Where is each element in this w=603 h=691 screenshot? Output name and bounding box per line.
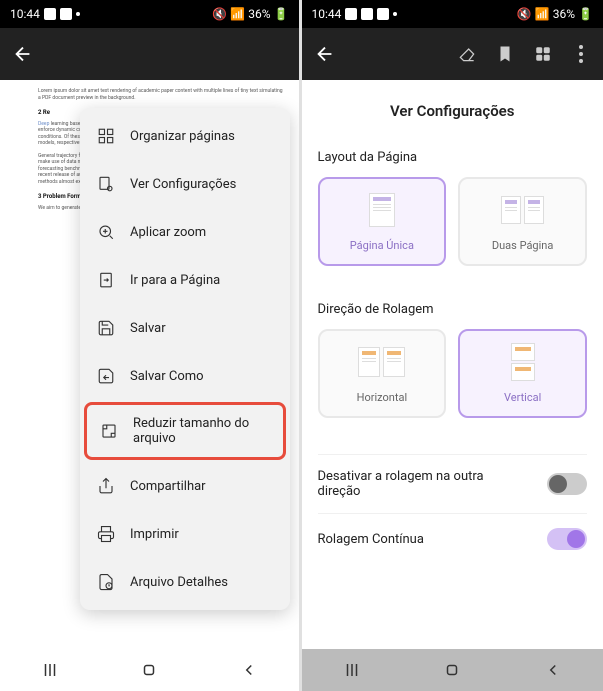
save-icon [96,318,116,338]
menu-zoom[interactable]: Aplicar zoom [80,208,290,256]
page-arrow-icon [96,270,116,290]
menu-go-to-page[interactable]: Ir para a Página [80,256,290,304]
print-icon [96,524,116,544]
wifi-icon: 📶 [535,7,550,21]
layout-single-option[interactable]: Página Única [318,177,447,266]
back-button[interactable] [314,43,336,65]
document-viewport[interactable]: Lorem ipsum dolor sit amet text renderin… [0,80,299,649]
compress-icon [99,421,119,441]
mute-icon: 🔇 [212,7,227,21]
status-dot [76,12,80,16]
apps-icon[interactable] [533,44,553,64]
config-panel: Ver Configurações Layout da Página Págin… [302,80,603,649]
wifi-icon: 📶 [230,7,245,21]
notification-icon [361,8,373,20]
save-as-icon [96,366,116,386]
bookmark-icon[interactable] [495,44,515,64]
notification-icon [44,8,56,20]
continuous-scroll-label: Rolagem Contínua [318,532,424,547]
grid-icon [96,126,116,146]
continuous-scroll-toggle[interactable] [547,528,587,550]
status-bar: 10:44 🔇 📶 36% 🔋 [302,0,603,28]
nav-bar [302,649,603,691]
app-bar [0,28,299,80]
scroll-vertical-option[interactable]: Vertical [458,329,587,418]
menu-file-details[interactable]: Arquivo Detalhes [80,558,290,606]
menu-reduce-size[interactable]: Reduzir tamanho do arquivo [84,402,286,460]
recent-apps-button[interactable] [342,660,362,680]
menu-view-config[interactable]: Ver Configurações [80,160,290,208]
app-bar [302,28,603,80]
overflow-menu: Organizar páginas Ver Configurações Apli… [80,108,290,610]
menu-save-as[interactable]: Salvar Como [80,352,290,400]
menu-print[interactable]: Imprimir [80,510,290,558]
notification-icon [345,8,357,20]
back-nav-button[interactable] [543,660,563,680]
single-page-thumb [328,189,437,231]
vertical-thumb [468,341,577,383]
layout-section-label: Layout da Página [318,150,588,165]
zoom-icon [96,222,116,242]
disable-scroll-label: Desativar a rolagem na outra direção [318,469,498,499]
menu-share[interactable]: Compartilhar [80,462,290,510]
nav-bar [0,649,299,691]
back-button[interactable] [12,43,34,65]
battery-text: 36% [553,7,575,21]
disable-scroll-toggle[interactable] [547,473,587,495]
disable-scroll-row: Desativar a rolagem na outra direção [318,454,588,513]
file-info-icon [96,572,116,592]
home-button[interactable] [139,660,159,680]
more-icon[interactable] [571,44,591,64]
mute-icon: 🔇 [517,7,532,21]
notification-icon [377,8,389,20]
status-time: 10:44 [312,7,342,21]
notification-icon [60,8,72,20]
scroll-section-label: Direção de Rolagem [318,302,588,317]
menu-save[interactable]: Salvar [80,304,290,352]
status-bar: 10:44 🔇 📶 36% 🔋 [0,0,299,28]
recent-apps-button[interactable] [40,660,60,680]
horizontal-thumb [328,341,437,383]
config-title: Ver Configurações [318,80,588,150]
back-nav-button[interactable] [239,660,259,680]
battery-icon: 🔋 [274,7,289,21]
view-settings-icon [96,174,116,194]
layout-double-option[interactable]: Duas Página [458,177,587,266]
menu-organize-pages[interactable]: Organizar páginas [80,112,290,160]
home-button[interactable] [442,660,462,680]
share-icon [96,476,116,496]
eraser-icon[interactable] [457,44,477,64]
scroll-horizontal-option[interactable]: Horizontal [318,329,447,418]
battery-icon: 🔋 [578,7,593,21]
double-page-thumb [468,189,577,231]
continuous-scroll-row: Rolagem Contínua [318,513,588,564]
battery-text: 36% [248,7,270,21]
status-time: 10:44 [10,7,40,21]
status-dot [393,12,397,16]
